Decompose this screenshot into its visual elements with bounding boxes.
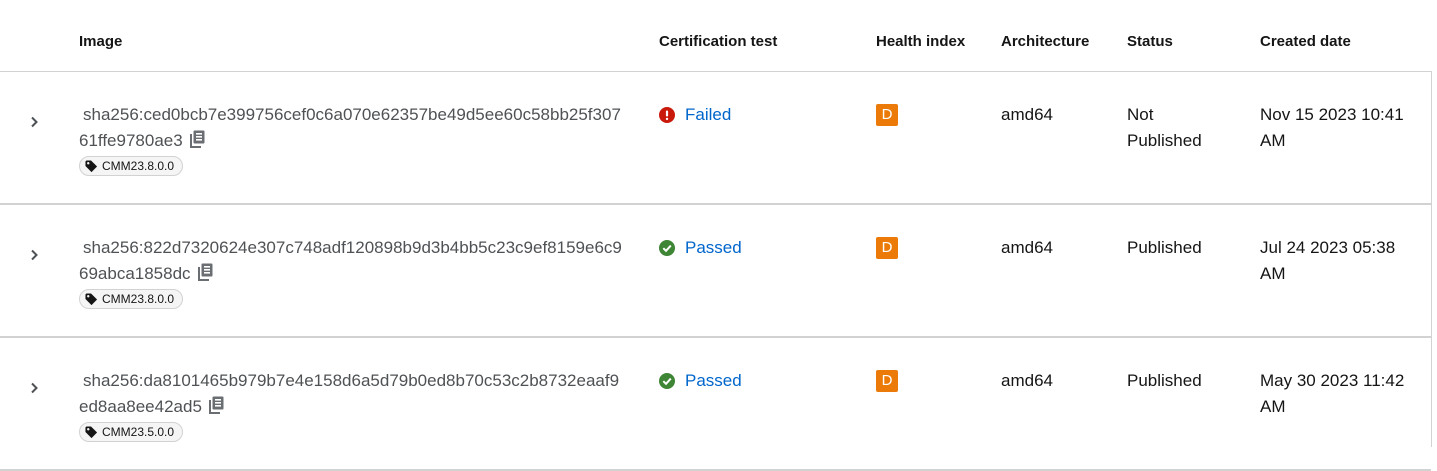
architecture-value: amd64 bbox=[1001, 371, 1053, 390]
created-date-value: Nov 15 2023 10:41 AM bbox=[1260, 105, 1404, 150]
chevron-right-icon bbox=[31, 116, 38, 128]
certification-link[interactable]: Passed bbox=[685, 371, 742, 391]
chevron-right-icon bbox=[31, 382, 38, 394]
copy-icon bbox=[197, 263, 213, 281]
copy-digest-button[interactable] bbox=[189, 130, 205, 148]
certification-status: Passed bbox=[659, 368, 742, 394]
tag-icon bbox=[85, 425, 98, 438]
image-digest: sha256:da8101465b979b7e4e158d6a5d79b0ed8… bbox=[79, 368, 624, 420]
status-value: Published bbox=[1127, 238, 1202, 257]
created-date-value: May 30 2023 11:42 AM bbox=[1260, 371, 1405, 416]
certification-status: Passed bbox=[659, 235, 742, 261]
check-circle-icon bbox=[659, 240, 675, 256]
expand-row-button[interactable] bbox=[26, 380, 42, 396]
column-header-health-index: Health index bbox=[876, 33, 966, 50]
column-header-image: Image bbox=[79, 33, 123, 50]
copy-icon bbox=[189, 130, 205, 148]
health-grade-badge: D bbox=[876, 237, 898, 259]
health-grade-badge: D bbox=[876, 370, 898, 392]
certification-link[interactable]: Passed bbox=[685, 238, 742, 258]
copy-digest-button[interactable] bbox=[197, 263, 213, 281]
column-header-architecture: Architecture bbox=[1001, 33, 1090, 50]
image-digest-text: sha256:ced0bcb7e399756cef0c6a070e62357be… bbox=[79, 105, 621, 150]
column-header-certification-test: Certification test bbox=[659, 33, 778, 50]
column-header-created-date: Created date bbox=[1260, 33, 1351, 50]
certification-status: Failed bbox=[659, 102, 731, 128]
column-header-status: Status bbox=[1127, 33, 1173, 50]
status-value: Published bbox=[1127, 371, 1202, 390]
table-row: sha256:822d7320624e307c748adf120898b9d3b… bbox=[0, 205, 1431, 338]
image-digest: sha256:ced0bcb7e399756cef0c6a070e62357be… bbox=[79, 102, 624, 154]
copy-digest-button[interactable] bbox=[208, 396, 224, 414]
check-circle-icon bbox=[659, 373, 675, 389]
table-header: Image Certification test Health index Ar… bbox=[0, 0, 1432, 72]
expand-row-button[interactable] bbox=[26, 114, 42, 130]
image-digest-text: sha256:da8101465b979b7e4e158d6a5d79b0ed8… bbox=[79, 371, 620, 416]
images-table: Image Certification test Health index Ar… bbox=[0, 0, 1432, 471]
expand-row-button[interactable] bbox=[26, 247, 42, 263]
table-right-border bbox=[1431, 72, 1432, 447]
health-grade-badge: D bbox=[876, 104, 898, 126]
exclamation-circle-icon bbox=[659, 107, 675, 123]
certification-link[interactable]: Failed bbox=[685, 105, 731, 125]
image-tag: CMM23.8.0.0 bbox=[79, 156, 184, 176]
table-row: sha256:da8101465b979b7e4e158d6a5d79b0ed8… bbox=[0, 338, 1431, 471]
architecture-value: amd64 bbox=[1001, 238, 1053, 257]
image-tag: CMM23.8.0.0 bbox=[79, 289, 184, 309]
status-value: Not Published bbox=[1127, 105, 1202, 150]
created-date-value: Jul 24 2023 05:38 AM bbox=[1260, 238, 1396, 283]
image-digest: sha256:822d7320624e307c748adf120898b9d3b… bbox=[79, 235, 624, 287]
image-digest-text: sha256:822d7320624e307c748adf120898b9d3b… bbox=[79, 238, 622, 283]
architecture-value: amd64 bbox=[1001, 105, 1053, 124]
tag-icon bbox=[85, 159, 98, 172]
image-tag: CMM23.5.0.0 bbox=[79, 422, 184, 442]
image-tag-label: CMM23.5.0.0 bbox=[102, 425, 175, 439]
image-tag-label: CMM23.8.0.0 bbox=[102, 159, 175, 173]
copy-icon bbox=[208, 396, 224, 414]
chevron-right-icon bbox=[31, 249, 38, 261]
tag-icon bbox=[85, 292, 98, 305]
image-tag-label: CMM23.8.0.0 bbox=[102, 292, 175, 306]
table-row: sha256:ced0bcb7e399756cef0c6a070e62357be… bbox=[0, 72, 1431, 205]
